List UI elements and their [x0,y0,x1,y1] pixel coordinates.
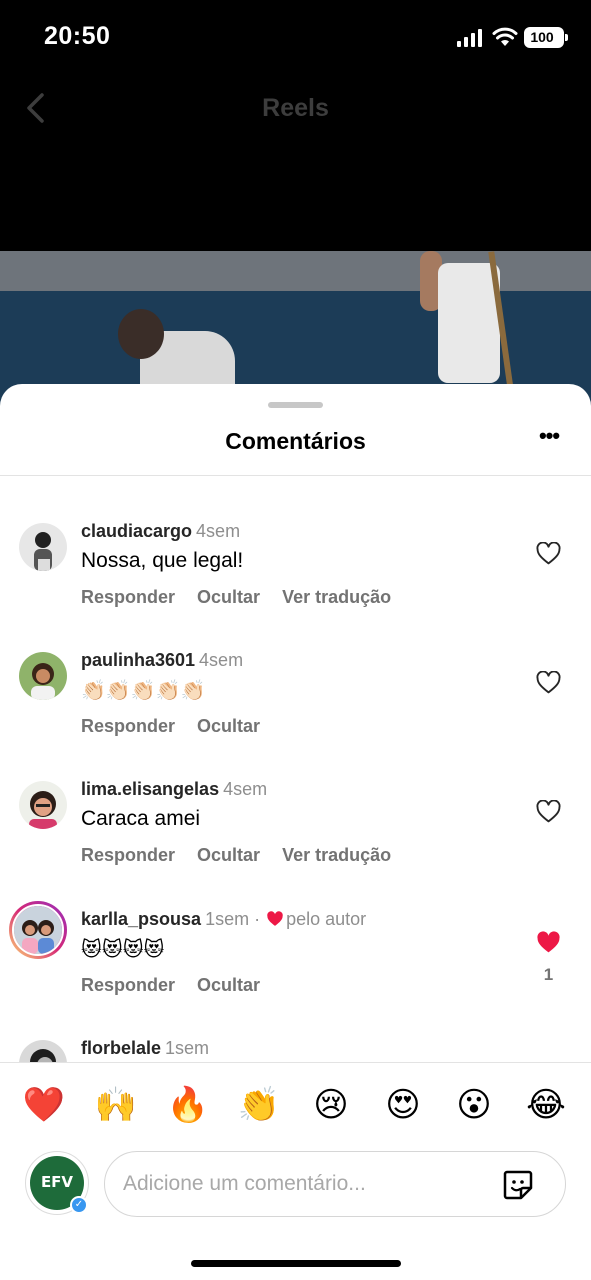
sticker-icon[interactable] [501,1168,535,1202]
comment-input-wrapper [104,1151,566,1217]
hide-button[interactable]: Ocultar [197,975,260,995]
comment-time: 1sem [205,909,250,929]
comment-username[interactable]: paulinha3601 [81,650,195,670]
emoji-tears-of-joy[interactable]: 😂 [522,1081,570,1129]
avatar[interactable] [19,781,67,829]
sheet-title: Comentários [225,428,366,454]
reply-button[interactable]: Responder [81,587,175,607]
comment-text: 😻😻😻😻 [81,937,165,961]
comment-item: karlla_psousa 1sem · pelo autor 😻😻😻😻 Respo… [0,901,591,1031]
emoji-clap[interactable]: 👏 [235,1081,283,1129]
home-indicator[interactable] [191,1260,401,1267]
see-translation-button[interactable]: Ver tradução [282,845,391,865]
comment-item: paulinha3601 4sem 👏🏻👏🏻👏🏻👏🏻👏🏻 Responder Ocu… [0,650,591,772]
page-title: Reels [262,94,329,122]
comment-text: Nossa, que legal! [81,549,244,572]
avatar-story-ring[interactable] [9,901,67,959]
comment-username[interactable]: florbelale [81,1038,161,1058]
heart-filled-icon[interactable] [536,931,561,954]
emoji-heart-eyes[interactable]: 😍 [379,1081,427,1129]
comment-input[interactable] [123,1152,493,1216]
comment-username[interactable]: claudiacargo [81,521,192,541]
reply-button[interactable]: Responder [81,975,175,995]
heart-outline-icon[interactable] [536,800,561,823]
verified-badge-icon: ✓ [70,1196,88,1214]
status-bar: 20:50 100 [0,0,591,80]
reels-header: Reels [0,80,591,140]
reply-button[interactable]: Responder [81,716,175,736]
comment-text: Caraca amei [81,807,201,830]
like-count[interactable]: 1 [536,965,561,985]
wifi-icon [492,27,518,46]
emoji-heart[interactable]: ❤️ [20,1081,68,1129]
hide-button[interactable]: Ocultar [197,716,260,736]
liked-by-author-label: pelo autor [286,909,367,929]
heart-filled-icon [267,911,283,926]
comment-time: 4sem [196,521,241,541]
emoji-surprised[interactable]: 😮 [450,1081,498,1129]
heart-outline-icon[interactable] [536,671,561,694]
comment-text: 👏🏻👏🏻👏🏻👏🏻👏🏻 [81,678,206,702]
comment-item: lima.elisangelas 4sem Caraca amei Respond… [0,779,591,901]
battery-indicator: 100 [524,27,568,48]
comment-time: 4sem [223,779,268,799]
comment-username[interactable]: karlla_psousa [81,909,201,929]
reply-button[interactable]: Responder [81,845,175,865]
avatar[interactable] [19,523,67,571]
comment-item: claudiacargo 4sem Nossa, que legal! Respo… [0,521,591,643]
more-horizontal-icon[interactable]: ••• [534,425,564,452]
comment-time: 4sem [199,650,244,670]
emoji-fire[interactable]: 🔥 [164,1081,212,1129]
emoji-quick-bar: ❤️ 🙌 🔥 👏 😢 😍 😮 😂 [0,1081,591,1131]
comment-time: 1sem [165,1038,210,1058]
battery-level: 100 [530,29,554,45]
avatar[interactable] [19,652,67,700]
hide-button[interactable]: Ocultar [197,587,260,607]
comment-composer: ❤️ 🙌 🔥 👏 😢 😍 😮 😂 EFV ✓ [0,1062,591,1280]
comment-username[interactable]: lima.elisangelas [81,779,219,799]
emoji-raised-hands[interactable]: 🙌 [92,1081,140,1129]
emoji-crying[interactable]: 😢 [307,1081,355,1129]
see-translation-button[interactable]: Ver tradução [282,587,391,607]
sheet-grabber[interactable] [268,402,323,408]
user-avatar[interactable]: EFV ✓ [25,1151,89,1215]
status-time: 20:50 [44,22,111,50]
separator-dot: · [254,909,261,929]
hide-button[interactable]: Ocultar [197,845,260,865]
heart-outline-icon[interactable] [536,542,561,565]
signal-icon [457,29,482,47]
divider [0,475,591,476]
